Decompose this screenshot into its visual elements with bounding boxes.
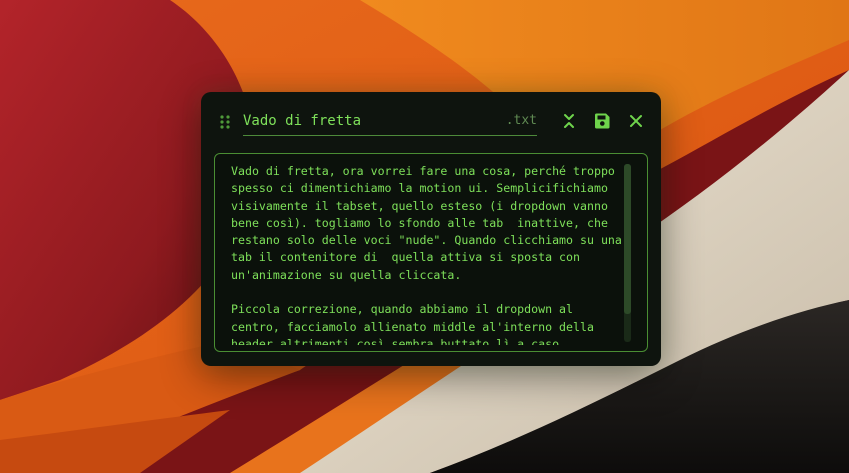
title-field: .txt [243,109,537,136]
scrollbar-thumb[interactable] [624,164,631,314]
close-icon[interactable] [627,112,645,130]
note-title-input[interactable] [243,109,493,133]
save-icon[interactable] [593,112,611,130]
collapse-icon[interactable] [560,112,578,130]
note-header: .txt [201,92,661,148]
drag-handle-icon[interactable] [220,114,230,129]
note-window: .txt Vado di fretta, ora vorrei fare una… [201,92,661,366]
note-editor[interactable]: Vado di fretta, ora vorrei fare una cosa… [214,153,648,352]
file-extension: .txt [505,113,537,128]
note-content[interactable]: Vado di fretta, ora vorrei fare una cosa… [231,163,626,345]
scrollbar[interactable] [624,164,631,342]
